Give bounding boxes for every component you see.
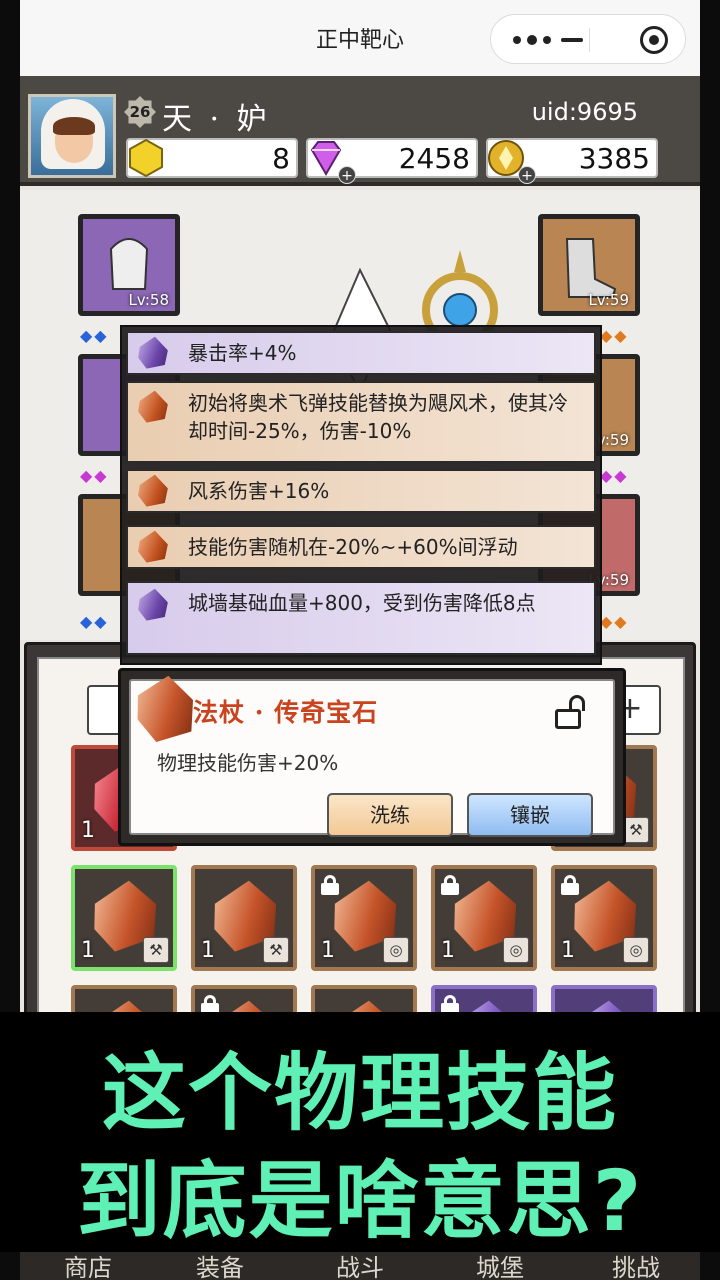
tooltip-row: 城墙基础血量+800，受到伤害降低8点 bbox=[126, 581, 596, 655]
gem-title: 法杖 · 传奇宝石 bbox=[193, 698, 379, 727]
unlock-icon[interactable] bbox=[555, 695, 585, 729]
lock-icon bbox=[561, 875, 579, 895]
video-caption: 这个物理技能 到底是啥意思? bbox=[0, 1012, 720, 1252]
socket-gems: ◆◆ bbox=[80, 466, 109, 485]
energy-counter: 8 bbox=[126, 138, 298, 178]
lock-icon bbox=[321, 875, 339, 895]
player-uid: uid:9695 bbox=[531, 98, 638, 126]
player-name: 天 · 妒 bbox=[162, 102, 271, 137]
orange-gem-icon bbox=[133, 388, 173, 428]
socket-gems: ◆◆ bbox=[80, 612, 109, 631]
energy-value: 8 bbox=[272, 142, 290, 175]
gold-counter: + 3385 bbox=[486, 138, 658, 184]
refine-button[interactable]: 洗练 bbox=[327, 793, 453, 837]
gem-detail-dialog: 法杖 · 传奇宝石 物理技能伤害+20% 洗练 镶嵌 bbox=[118, 668, 626, 846]
purple-gem-icon bbox=[133, 334, 173, 374]
close-target-icon[interactable] bbox=[640, 26, 668, 54]
gem-slot-selected[interactable]: 1 ⚒ bbox=[71, 865, 177, 971]
tooltip-row: 技能伤害随机在-20%~+60%间浮动 bbox=[126, 525, 596, 569]
capsule-menu bbox=[490, 14, 686, 64]
bottom-nav: 商店 装备 战斗 城堡 挑战 bbox=[20, 1252, 700, 1280]
gold-value: 3385 bbox=[578, 142, 650, 175]
add-gold-button[interactable]: + bbox=[518, 166, 536, 184]
equip-level: Lv:59 bbox=[588, 291, 629, 309]
level-badge: 26 bbox=[124, 96, 156, 128]
gem-description: 物理技能伤害+20% bbox=[157, 751, 339, 775]
tooltip-row: 风系伤害+16% bbox=[126, 469, 596, 513]
diamond-value: 2458 bbox=[398, 142, 470, 175]
staff-tag-icon: ⚒ bbox=[623, 817, 649, 843]
lock-icon bbox=[441, 875, 459, 895]
ring-tag-icon: ◎ bbox=[623, 937, 649, 963]
equip-level: Lv:58 bbox=[128, 291, 169, 309]
diamond-counter: + 2458 bbox=[306, 138, 478, 184]
socket-gems: ◆◆ bbox=[600, 326, 629, 345]
orange-gem-icon bbox=[133, 472, 173, 512]
staff-tag-icon: ⚒ bbox=[263, 937, 289, 963]
caption-line-2: 到底是啥意思? bbox=[76, 1152, 644, 1250]
gem-slot[interactable]: 1 ⚒ bbox=[191, 865, 297, 971]
staff-tag-icon: ⚒ bbox=[143, 937, 169, 963]
tooltip-row: 暴击率+4% bbox=[126, 331, 596, 375]
title-bar: 正中靶心 bbox=[20, 0, 700, 76]
ring-tag-icon: ◎ bbox=[383, 937, 409, 963]
more-icon[interactable] bbox=[513, 35, 553, 45]
gem-slot[interactable]: 1 ◎ bbox=[431, 865, 537, 971]
socket-gems: ◆◆ bbox=[600, 466, 629, 485]
tooltip-row: 初始将奥术飞弹技能替换为飓风术，使其冷却时间-25%，伤害-10% bbox=[126, 381, 596, 463]
add-diamond-button[interactable]: + bbox=[338, 166, 356, 184]
player-header: 26 天 · 妒 uid:9695 8 + 2458 + 3385 bbox=[20, 76, 700, 186]
ring-tag-icon: ◎ bbox=[503, 937, 529, 963]
inlay-button[interactable]: 镶嵌 bbox=[467, 793, 593, 837]
avatar[interactable] bbox=[28, 94, 116, 178]
gem-slot[interactable]: 1 ◎ bbox=[311, 865, 417, 971]
caption-line-1: 这个物理技能 bbox=[101, 1044, 618, 1142]
screen: 正中靶心 26 天 · 妒 uid:9695 8 + 2458 + 3385 L… bbox=[0, 0, 720, 1280]
purple-gem-icon bbox=[133, 586, 173, 626]
yellow-hexagon-icon bbox=[129, 138, 163, 178]
staff-gem-tooltip: 暴击率+4% 初始将奥术飞弹技能替换为飓风术，使其冷却时间-25%，伤害-10%… bbox=[120, 325, 602, 665]
equip-slot-boots[interactable]: Lv:59 bbox=[538, 214, 640, 316]
capsule-divider bbox=[589, 28, 590, 52]
gem-slot[interactable]: 1 ◎ bbox=[551, 865, 657, 971]
socket-gems: ◆◆ bbox=[600, 612, 629, 631]
minimize-icon[interactable] bbox=[561, 38, 583, 42]
socket-gems: ◆◆ bbox=[80, 326, 109, 345]
equip-slot-hood[interactable]: Lv:58 bbox=[78, 214, 180, 316]
orange-gem-icon bbox=[133, 528, 173, 568]
